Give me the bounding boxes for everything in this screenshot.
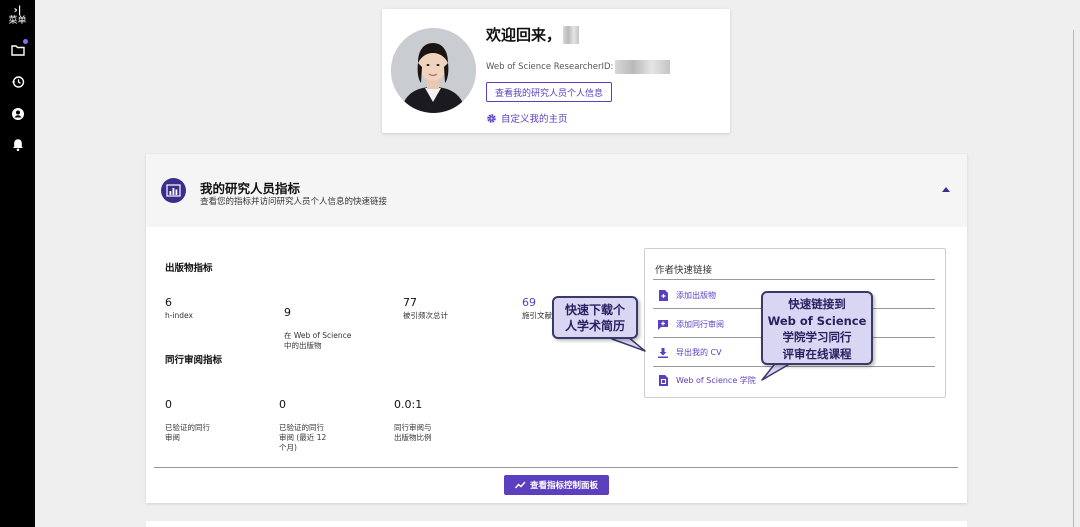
cv-callout-text: 快速下载个 人学术简历 bbox=[564, 303, 625, 333]
callout-pointers bbox=[611, 335, 794, 381]
next-panel-edge bbox=[146, 521, 967, 527]
academy-callout-text: 快速链接到 Web of Science 学院学习同行 评审在线课程 bbox=[767, 297, 867, 361]
academy-callout: 快速链接到 Web of Science 学院学习同行 评审在线课程 bbox=[761, 291, 873, 365]
cv-callout: 快速下载个 人学术简历 bbox=[552, 296, 638, 339]
